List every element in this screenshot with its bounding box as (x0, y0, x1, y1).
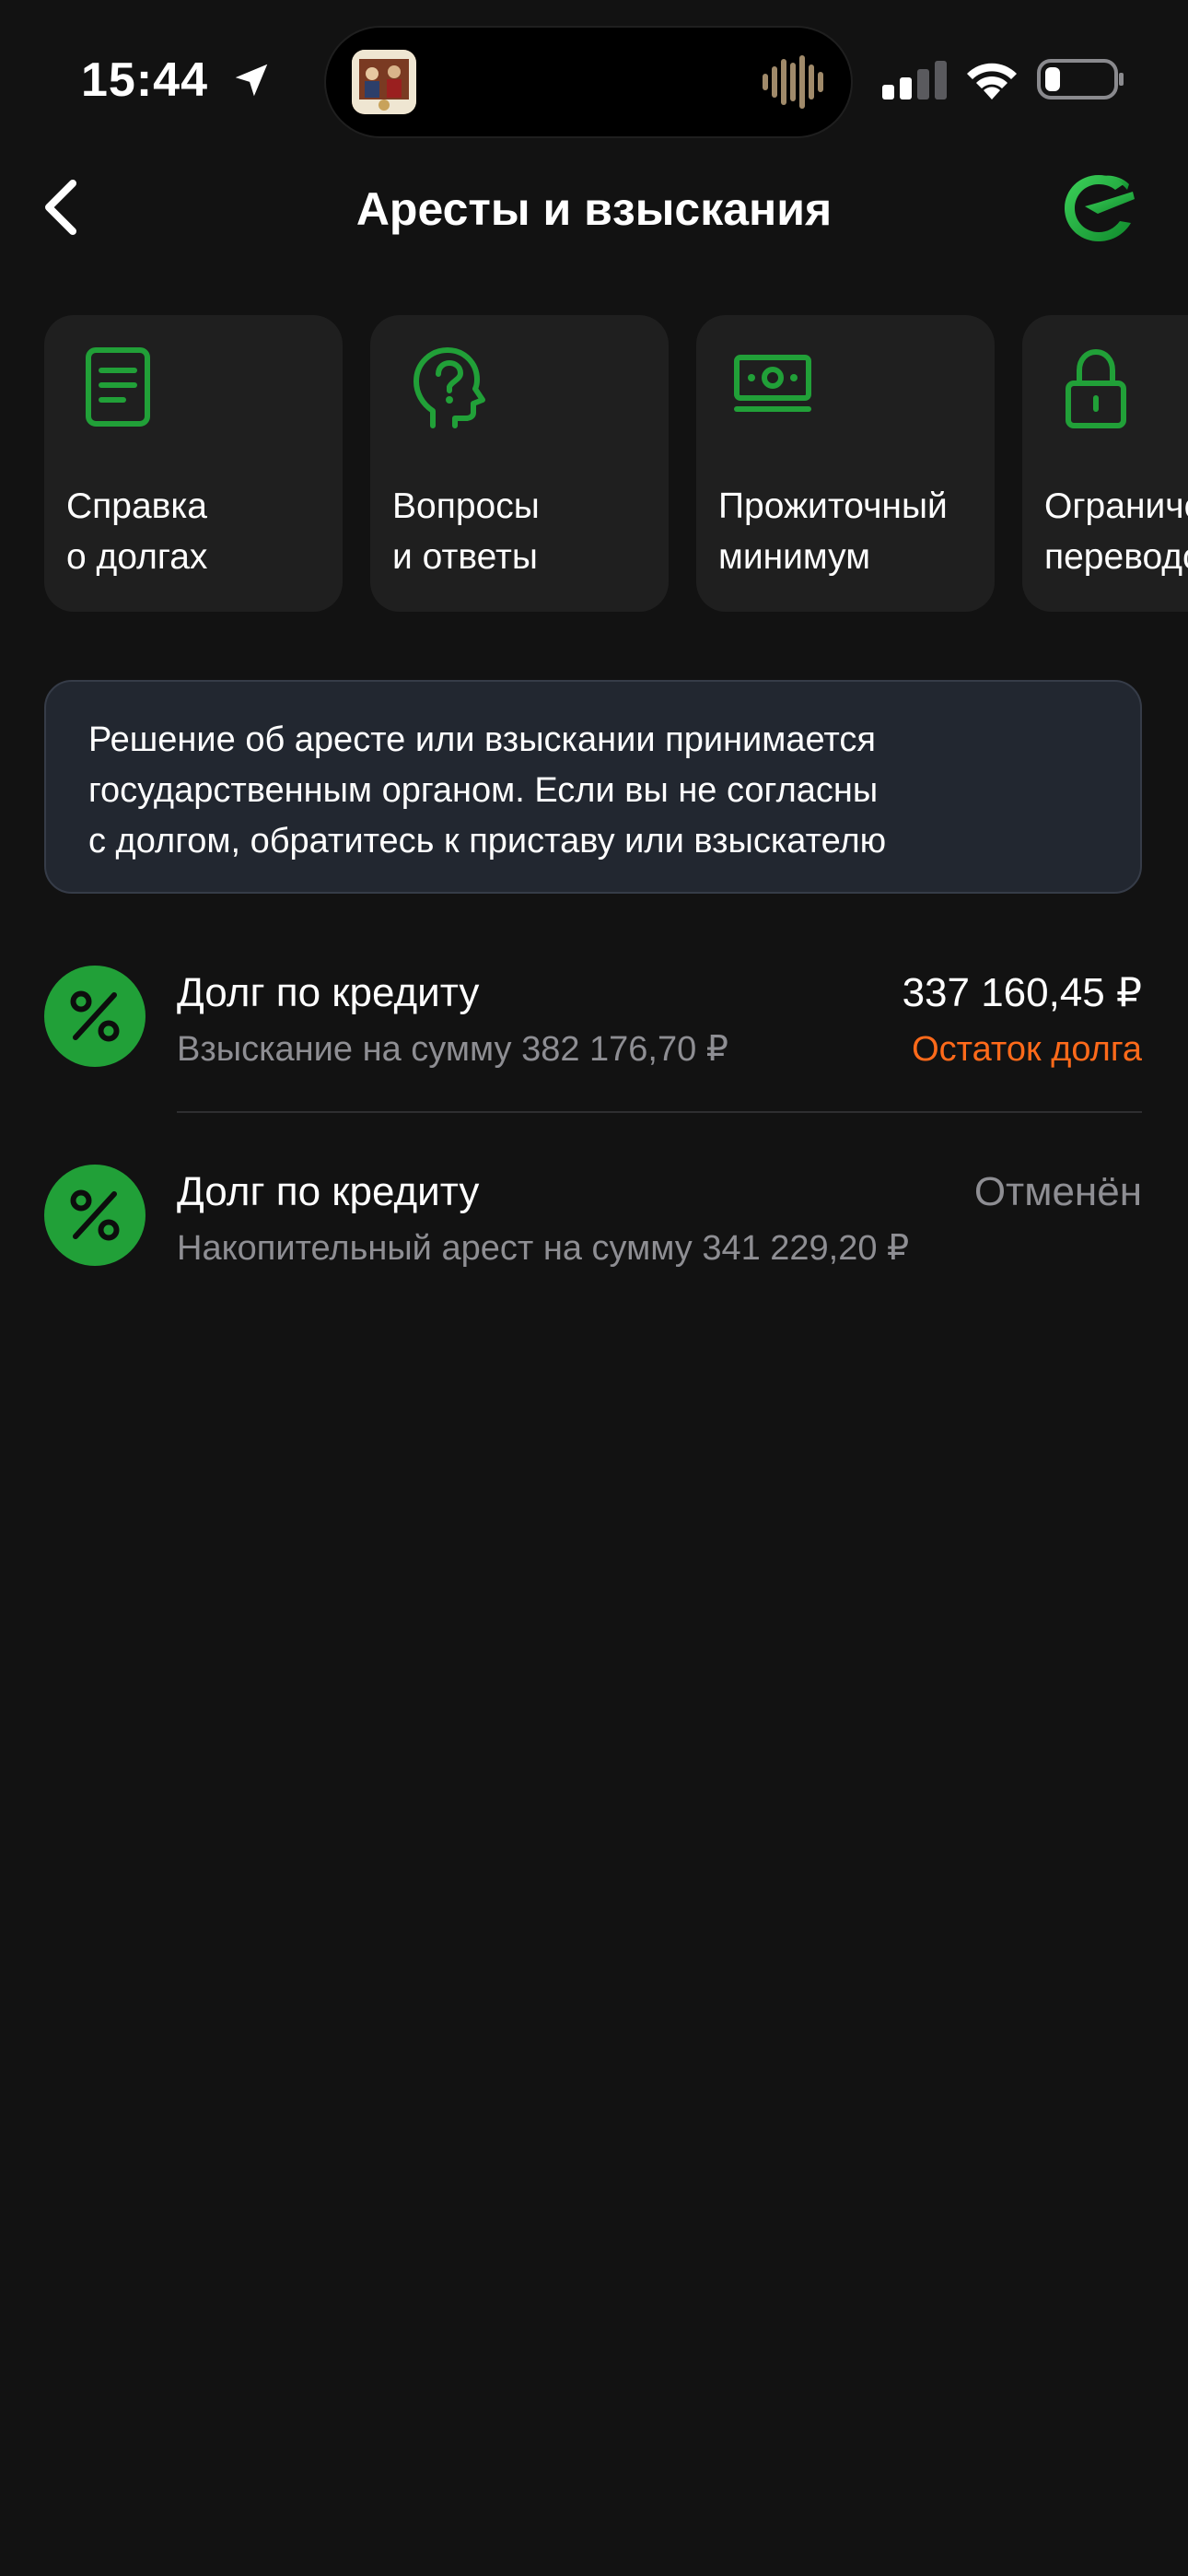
status-bar: 15:44 (0, 0, 1188, 157)
dynamic-island[interactable] (326, 28, 851, 136)
debt-title: Долг по кредиту (177, 1169, 480, 1214)
wifi-icon (967, 63, 1017, 100)
tile-label: Прожиточный минимум (718, 486, 948, 577)
notice-text: Решение об аресте или взыскании принимае… (88, 720, 887, 861)
status-time: 15:44 (81, 53, 208, 107)
tile-label: Вопросы и ответы (392, 486, 540, 577)
lock-icon (1066, 348, 1126, 428)
document-icon (86, 347, 150, 427)
banknote-icon (734, 355, 811, 412)
tile-debt-certificate[interactable]: Справка о долгах (44, 315, 343, 612)
debt-status: Отменён (973, 1169, 1142, 1214)
page-title: Аресты и взыскания (355, 183, 833, 235)
cellular-signal-icon (882, 61, 947, 100)
debt-subtitle: Накопительный арест на сумму 341 229,20 … (177, 1229, 910, 1268)
debt-status: Остаток долга (912, 1030, 1142, 1069)
debt-row[interactable]: Долг по кредиту Взыскание на сумму 382 1… (0, 949, 1188, 1148)
info-notice: Решение об аресте или взыскании принимае… (44, 680, 1142, 894)
percent-icon (44, 1165, 146, 1266)
divider (177, 1111, 1142, 1113)
album-artwork-icon (352, 50, 416, 114)
location-arrow-icon (235, 64, 268, 97)
debt-subtitle: Взыскание на сумму 382 176,70 ₽ (177, 1030, 728, 1069)
tile-label: Ограничения переводов (1044, 486, 1188, 577)
tile-faq[interactable]: Вопросы и ответы (370, 315, 669, 612)
sber-logo-icon[interactable] (1059, 171, 1138, 245)
debt-title: Долг по кредиту (177, 970, 480, 1015)
head-question-icon (413, 347, 485, 428)
debt-row[interactable]: Долг по кредиту Накопительный арест на с… (0, 1148, 1188, 1347)
tile-label: Справка о долгах (66, 486, 208, 577)
debt-amount: 337 160,45 ₽ (902, 970, 1142, 1015)
audio-wave-icon (763, 55, 823, 109)
tile-subsistence-minimum[interactable]: Прожиточный минимум (696, 315, 995, 612)
quick-actions-carousel[interactable]: Справка о долгах Вопросы и ответы Прожит… (44, 315, 1188, 612)
battery-icon (1037, 59, 1124, 100)
debt-list: Долг по кредиту Взыскание на сумму 382 1… (0, 949, 1188, 1347)
percent-icon (44, 966, 146, 1067)
tile-transfer-limits[interactable]: Ограничения переводов (1022, 315, 1188, 612)
